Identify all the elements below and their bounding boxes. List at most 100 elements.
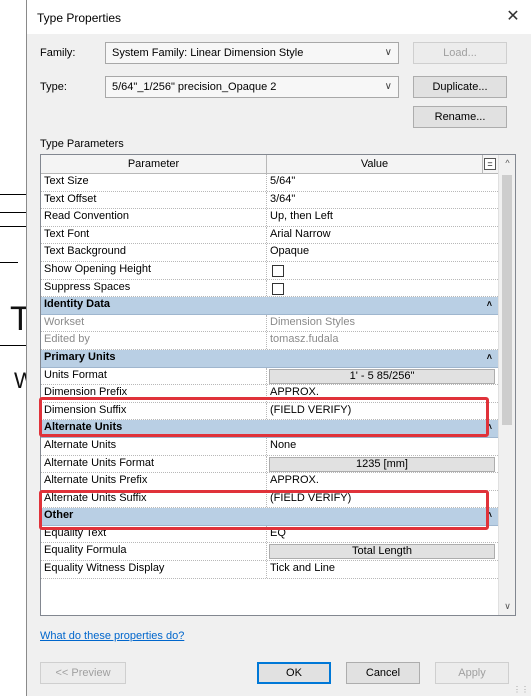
parameter-value[interactable]: 3/64" <box>270 193 295 205</box>
parameter-name: Equality Witness Display <box>44 562 165 575</box>
parameter-name: Text Offset <box>44 192 97 205</box>
group-title: Primary Units <box>44 350 116 363</box>
parameter-row[interactable]: Equality Text EQ <box>41 525 498 544</box>
rename-button[interactable]: Rename... <box>413 106 507 128</box>
value-button[interactable]: Total Length <box>269 544 495 560</box>
column-header-value[interactable]: Value <box>267 155 483 174</box>
type-parameters-grid: Parameter Value = Text Size 5/64" Text Off… <box>40 154 516 616</box>
parameter-row[interactable]: Suppress Spaces <box>41 279 498 298</box>
parameter-name: Edited by <box>44 333 90 346</box>
column-divider <box>266 561 267 578</box>
parameter-rows: Text Size 5/64" Text Offset 3/64" Read Conve… <box>41 174 498 579</box>
group-header-row[interactable]: Alternate Units ˄ <box>41 420 498 438</box>
drawing-line <box>0 212 28 213</box>
collapse-icon[interactable]: ˄ <box>487 422 492 432</box>
parameter-row[interactable]: Alternate Units None <box>41 437 498 456</box>
parameter-name: Text Size <box>44 175 89 187</box>
parameter-value[interactable]: Opaque <box>270 245 309 257</box>
parameter-name: Equality Formula <box>44 544 127 557</box>
sort-toggle-icon[interactable]: = <box>484 158 496 170</box>
group-header-row[interactable]: Primary Units ˄ <box>41 349 498 368</box>
parameter-row[interactable]: Equality Witness Display Tick and Line <box>41 561 498 579</box>
column-header-parameter[interactable]: Parameter <box>41 155 267 174</box>
scroll-up-icon[interactable]: ^ <box>499 155 515 172</box>
parameter-name: Alternate Units Format <box>44 456 155 469</box>
column-divider <box>266 244 267 261</box>
parameter-row[interactable]: Show Opening Height <box>41 261 498 280</box>
parameter-row[interactable]: Dimension Suffix (FIELD VERIFY) <box>41 402 498 421</box>
group-title: Alternate Units <box>44 421 123 434</box>
collapse-icon[interactable]: ˄ <box>487 352 492 362</box>
column-divider <box>266 402 267 420</box>
parameter-value[interactable]: APPROX. <box>270 474 319 486</box>
chevron-down-icon: ∨ <box>384 47 392 58</box>
parameter-row[interactable]: Alternate Units Prefix APPROX. <box>41 473 498 491</box>
checkbox[interactable] <box>272 282 284 295</box>
value-button[interactable]: 1235 [mm] <box>269 456 495 472</box>
duplicate-button[interactable]: Duplicate... <box>413 76 507 98</box>
column-divider <box>266 191 267 209</box>
parameter-row[interactable]: Alternate Units Format 1235 [mm] <box>41 455 498 474</box>
type-label: Type: <box>40 81 67 93</box>
help-link[interactable]: What do these properties do? <box>40 630 184 642</box>
parameter-value[interactable]: Arial Narrow <box>270 228 331 240</box>
collapse-icon[interactable]: ˄ <box>487 299 492 309</box>
value-button[interactable]: 1' - 5 85/256" <box>269 368 495 384</box>
group-header-row[interactable]: Other ˄ <box>41 508 498 526</box>
parameter-row[interactable]: Dimension Prefix APPROX. <box>41 385 498 403</box>
column-divider <box>266 455 267 473</box>
parameter-row[interactable]: Text Background Opaque <box>41 244 498 262</box>
scroll-thumb[interactable] <box>502 175 512 425</box>
close-icon[interactable]: ✕ <box>502 6 524 28</box>
preview-button[interactable]: << Preview <box>40 662 126 684</box>
parameter-row[interactable]: Units Format 1' - 5 85/256" <box>41 367 498 386</box>
group-title: Other <box>44 509 74 522</box>
drawing-line <box>0 194 28 195</box>
parameter-name: Workset <box>44 315 85 328</box>
parameter-name: Show Opening Height <box>44 262 152 275</box>
parameter-value[interactable]: APPROX. <box>270 386 319 398</box>
window-title: Type Properties <box>37 11 122 25</box>
parameter-row[interactable]: Read Convention Up, then Left <box>41 209 498 227</box>
parameter-name: Suppress Spaces <box>44 280 131 293</box>
column-divider <box>266 209 267 226</box>
group-header-row[interactable]: Identity Data ˄ <box>41 297 498 315</box>
parameter-value: Dimension Styles <box>270 315 355 328</box>
parameter-row[interactable]: Text Offset 3/64" <box>41 191 498 210</box>
apply-button[interactable]: Apply <box>435 662 509 684</box>
column-divider <box>266 543 267 561</box>
parameter-name: Alternate Units Suffix <box>44 491 147 504</box>
parameter-value: tomasz.fudala <box>270 333 339 346</box>
family-dropdown[interactable]: System Family: Linear Dimension Style ∨ <box>105 42 399 64</box>
load-button[interactable]: Load... <box>413 42 507 64</box>
parameter-row[interactable]: Text Size 5/64" <box>41 174 498 192</box>
vertical-scrollbar[interactable]: ^ ∨ <box>498 155 515 615</box>
parameter-row[interactable]: Alternate Units Suffix (FIELD VERIFY) <box>41 490 498 509</box>
parameter-value[interactable]: Up, then Left <box>270 210 333 222</box>
column-divider <box>266 367 267 385</box>
parameter-value[interactable]: (FIELD VERIFY) <box>270 492 351 504</box>
checkbox[interactable] <box>272 264 284 277</box>
parameter-row[interactable]: Text Font Arial Narrow <box>41 226 498 245</box>
parameter-name: Text Background <box>44 245 126 258</box>
column-divider <box>266 279 267 297</box>
parameter-row[interactable]: Workset Dimension Styles <box>41 314 498 333</box>
family-label: Family: <box>40 47 76 59</box>
type-dropdown[interactable]: 5/64"_1/256" precision_Opaque 2 ∨ <box>105 76 399 98</box>
parameter-value[interactable]: Tick and Line <box>270 562 335 574</box>
collapse-icon[interactable]: ˄ <box>487 510 492 520</box>
scroll-down-icon[interactable]: ∨ <box>499 598 515 615</box>
resize-grip-icon[interactable]: ⋮⋮ <box>513 685 529 694</box>
parameter-value[interactable]: None <box>270 439 296 451</box>
drawing-line <box>0 226 28 227</box>
ok-button[interactable]: OK <box>257 662 331 684</box>
parameter-row[interactable]: Equality Formula Total Length <box>41 543 498 562</box>
parameter-value[interactable]: 5/64" <box>270 175 295 187</box>
title-bar: Type Properties ✕ <box>27 0 531 34</box>
parameter-value[interactable]: EQ <box>270 527 286 539</box>
parameter-name: Units Format <box>44 368 107 381</box>
cancel-button[interactable]: Cancel <box>346 662 420 684</box>
parameter-value[interactable]: (FIELD VERIFY) <box>270 404 351 416</box>
parameter-row[interactable]: Edited by tomasz.fudala <box>41 332 498 350</box>
drawing-line <box>0 345 28 346</box>
